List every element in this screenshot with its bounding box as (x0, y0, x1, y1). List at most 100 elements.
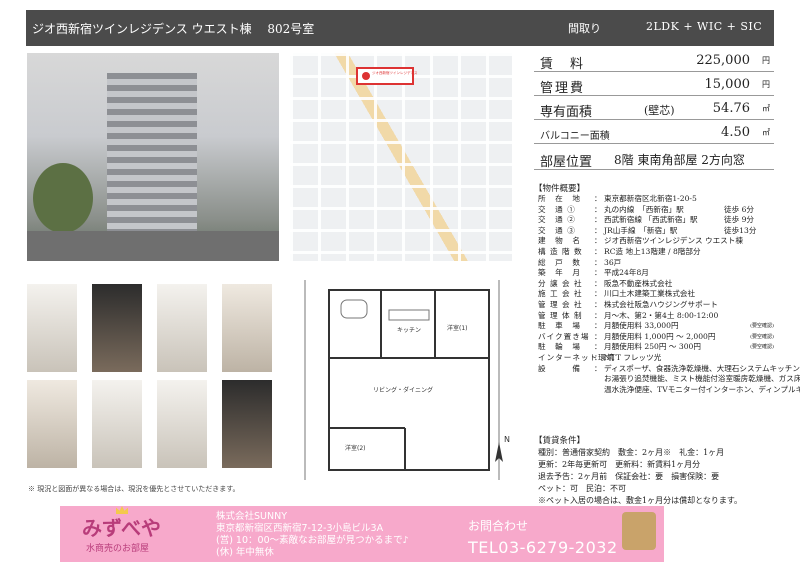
compass-icon: N (495, 435, 510, 462)
gaiyo-colon: ： (594, 363, 602, 373)
gaiyo-row: バイク置き場 月額使用料 1,000円 ～ 2,000円 (要空確認) ： (534, 332, 774, 343)
gaiyo-row: 所 在 地 東京都新宿区北新宿1-20-5： (534, 194, 774, 205)
gaiyo-colon: ： (594, 225, 602, 235)
header-bar: ジオ西新宿ツインレジデンス ウエスト棟 802号室 間取り 2LDK + WIC… (26, 10, 774, 46)
agency-logo: みずべや (82, 516, 161, 540)
balcony-unit: ㎡ (762, 128, 770, 137)
gaiyo-value: 西武新宿線 「西武新宿」駅 (604, 215, 698, 225)
gaiyo-row: 駐 車 場 月額使用料 33,000円 (要空確認) ： (534, 321, 774, 332)
gaiyo-key: 分 譲 会 社 (538, 278, 583, 288)
gaiyo-key: バイク置き場 (538, 331, 590, 341)
fee-value: 15,000 (704, 77, 751, 92)
gaiyo-colon: ： (594, 215, 602, 225)
floorplan-yoshitsu-2: 洋室(2) (345, 444, 366, 452)
road-shape (27, 231, 279, 261)
joken-line: 種別：普通借家契約 敷金：2ヶ月※ 礼金：1ヶ月 (538, 448, 725, 457)
gaiyo-colon: ： (594, 194, 602, 203)
building-shape (107, 73, 197, 243)
tree-shape (33, 163, 93, 233)
fee-unit: 円 (762, 80, 770, 89)
building-photo (27, 53, 279, 261)
gaiyo-row: 分 譲 会 社 阪急不動産株式会社： (534, 279, 774, 290)
gaiyo-value: 月額使用料 250円 ～ 300円 (604, 342, 701, 352)
gaiyo-key: 駐 輪 場 (538, 342, 581, 352)
gaiyo-key: 総 戸 数 (538, 257, 581, 267)
interior-photo-2 (92, 284, 142, 372)
gaiyo-row: 築 年 月 平成24年8月： (534, 268, 774, 279)
balcony-value: 4.50 (721, 125, 750, 140)
interior-photo-3 (157, 284, 207, 372)
compass-label: N (504, 435, 510, 444)
agency-holiday: (休) 年中無休 (216, 547, 274, 558)
gaiyo-key: 構 造 階 数 (538, 246, 583, 256)
joken-list: 種別：普通借家契約 敷金：2ヶ月※ 礼金：1ヶ月 更新：2年毎更新可 更新料：新賃… (538, 447, 742, 507)
interior-photo-8 (222, 380, 272, 468)
gaiyo-value: 温水洗浄便座、TVモニター付インターホン、ディンプルキー (604, 384, 800, 394)
gaiyo-colon: ： (594, 246, 602, 256)
gaiyo-value: 阪急不動産株式会社 (604, 278, 673, 288)
agency-info: 株式会社SUNNY 東京都新宿区西新宿7-12-3小島ビル3A (営) 10：0… (216, 511, 409, 559)
gaiyo-key: 所 在 地 (538, 194, 581, 203)
gaiyo-key: 管 理 会 社 (538, 299, 583, 309)
area-label: 専有面積 (540, 105, 593, 120)
gaiyo-key: 建 物 名 (538, 236, 581, 246)
agency-logo-sub: 水商売のお部屋 (86, 544, 150, 554)
gaiyo-row: お湯張り追焚機能、ミスト機能付浴室暖房乾燥機、ガス床暖房 (534, 374, 800, 385)
gaiyo-colon: ： (594, 257, 602, 267)
location-map: ジオ西新宿ツインレジデンス (290, 53, 512, 261)
gaiyo-value: 月額使用料 33,000円 (604, 321, 679, 331)
map-pin-icon: ジオ西新宿ツインレジデンス (356, 67, 418, 85)
gaiyo-value: ディスポーザ、食器洗浄乾燥機、大理石システムキッチン (604, 363, 800, 373)
gaiyo-title: 【物件概要】 (534, 184, 586, 194)
floorplan-yoshitsu-1: 洋室(1) (447, 324, 468, 332)
area-unit: ㎡ (762, 104, 770, 113)
pin-dot (362, 72, 370, 80)
madori-label: 間取り (568, 22, 601, 35)
gaiyo-colon: ： (594, 299, 602, 309)
interior-photo-1 (27, 284, 77, 372)
gaiyo-walk: 徒歩 9分 (724, 215, 755, 225)
gaiyo-value: 株式会社阪急ハウジングサポート (604, 299, 718, 309)
gaiyo-value: 月～木、第2・第4土 8:00-12:00 (604, 310, 719, 320)
gaiyo-row: 温水洗浄便座、TVモニター付インターホン、ディンプルキー (534, 385, 800, 396)
gaiyo-value: 36戸 (604, 257, 622, 267)
floorplan-kitchen: キッチン (397, 327, 421, 334)
gaiyo-key: 駐 車 場 (538, 321, 581, 331)
gaiyo-key: 築 年 月 (538, 268, 581, 278)
gaiyo-row: 交 通 ② 西武新宿線 「西武新宿」駅 徒歩 9分 ： (534, 215, 774, 226)
gaiyo-note: (要空確認) (750, 323, 774, 330)
area-note: (壁芯) (644, 104, 675, 117)
gaiyo-value: 月額使用料 1,000円 ～ 2,000円 (604, 331, 716, 341)
balcony-label: バルコニー面積 (540, 131, 610, 142)
interior-photo-6 (92, 380, 142, 468)
rent-value: 225,000 (696, 53, 750, 68)
gaiyo-colon: ： (594, 204, 602, 214)
joken-line: ペット：可 民泊：不可 (538, 484, 626, 493)
rent-label: 賃 料 (540, 57, 586, 72)
area-row: 専有面積 (壁芯) 54.76 ㎡ (534, 98, 774, 120)
joken-line: 退去予告：2ヶ月前 保証会社：要 損害保険：要 (538, 472, 720, 481)
gaiyo-colon: ： (594, 268, 602, 278)
phone-number: TEL03-6279-2032 (468, 538, 618, 557)
note-left: ※ 現況と図面が異なる場合は、現況を優先とさせていただきます。 (28, 485, 240, 493)
gaiyo-colon: ： (594, 331, 602, 341)
gaiyo-colon: ： (594, 342, 602, 352)
gaiyo-value: 丸の内線 「西新宿」駅 (604, 204, 684, 214)
gaiyo-colon: ： (594, 352, 602, 362)
gaiyo-colon: ： (594, 236, 602, 246)
interior-photo-7 (157, 380, 207, 468)
gaiyo-row: 交 通 ③ JR山手線 「新宿」駅 徒歩13分 ： (534, 226, 774, 237)
position-label: 部屋位置 (540, 155, 593, 170)
position-row: 部屋位置 8階 東南角部屋 2方向窓 (534, 148, 774, 170)
gaiyo-row: 管 理 体 制 月～木、第2・第4土 8:00-12:00： (534, 311, 774, 322)
map-pin-label: ジオ西新宿ツインレジデンス (372, 71, 418, 75)
balcony-row: バルコニー面積 4.50 ㎡ (534, 122, 774, 144)
agency-hours: (営) 10：00～素敵なお部屋が見つかるまで♪ (216, 535, 409, 546)
agency-address: 東京都新宿区西新宿7-12-3小島ビル3A (216, 523, 384, 534)
contact-label: お問合わせ (468, 519, 529, 533)
interior-photo-4 (222, 284, 272, 372)
gaiyo-value: お湯張り追焚機能、ミスト機能付浴室暖房乾燥機、ガス床暖房 (604, 374, 800, 384)
gaiyo-row: 施 工 会 社 川口土木建築工業株式会社： (534, 289, 774, 300)
gaiyo-note: (要空確認) (750, 333, 774, 340)
gaiyo-walk: 徒歩 6分 (724, 204, 755, 214)
